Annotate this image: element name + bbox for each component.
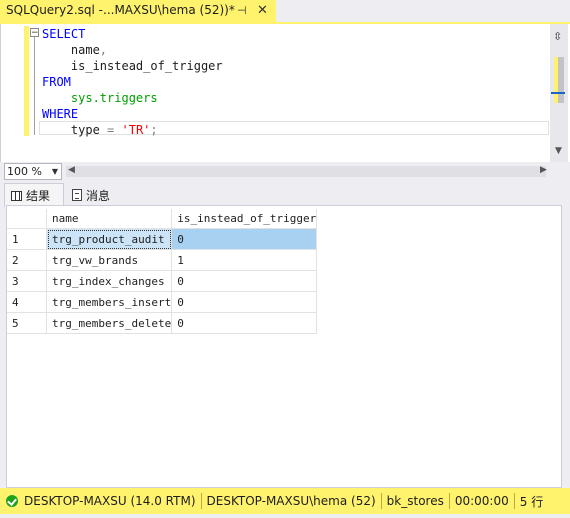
query-editor[interactable]: − SELECT name, is_instead_of_trigger FROM…: [0, 24, 570, 162]
row-number[interactable]: 2: [7, 249, 47, 271]
row-number[interactable]: 4: [7, 291, 47, 313]
tab-results-label: 结果: [26, 189, 51, 203]
status-divider: [448, 493, 450, 509]
status-user: DESKTOP-MAXSU\hema (52): [206, 494, 376, 508]
status-divider: [513, 493, 515, 509]
sql-code[interactable]: SELECT name, is_instead_of_trigger FROM s…: [42, 26, 223, 138]
scroll-left-icon[interactable]: ◀: [68, 165, 75, 175]
column-header-name[interactable]: name: [46, 209, 173, 229]
status-divider: [200, 493, 202, 509]
zoom-value: 100 %: [7, 165, 42, 178]
cell-is-instead-of-trigger[interactable]: 0: [171, 291, 318, 313]
row-number[interactable]: 3: [7, 270, 47, 292]
code-line[interactable]: FROM: [42, 74, 223, 90]
code-line[interactable]: type = 'TR';: [42, 122, 223, 138]
status-rows: 5 行: [519, 494, 544, 509]
status-elapsed: 00:00:00: [454, 494, 509, 508]
table-row[interactable]: 1 trg_product_audit 0: [7, 228, 318, 250]
pin-icon[interactable]: ⊣: [237, 4, 247, 17]
cell-name[interactable]: trg_members_insert: [46, 291, 173, 313]
scroll-down-icon[interactable]: ▼: [555, 146, 562, 156]
document-tab-bar: SQLQuery2.sql -...MAXSU\hema (52))* ⊣ ✕: [0, 0, 570, 22]
table-row[interactable]: 3 trg_index_changes 0: [7, 270, 318, 292]
grid-icon: [11, 190, 22, 201]
tab-results[interactable]: 结果: [4, 183, 64, 207]
tab-messages[interactable]: 消息: [66, 183, 122, 207]
code-line[interactable]: WHERE: [42, 106, 223, 122]
header-row: name is_instead_of_trigger: [7, 209, 318, 229]
cell-name[interactable]: trg_product_audit: [46, 228, 173, 250]
code-line[interactable]: is_instead_of_trigger: [42, 58, 223, 74]
document-tab[interactable]: SQLQuery2.sql -...MAXSU\hema (52))*: [0, 0, 276, 22]
scroll-change-marker: [554, 57, 558, 103]
code-token: sys.triggers: [42, 91, 158, 105]
row-number[interactable]: 5: [7, 312, 47, 334]
check-icon: [6, 495, 18, 507]
status-divider: [380, 493, 382, 509]
change-marker-bar: [24, 26, 29, 136]
code-token: ;: [150, 123, 158, 137]
split-icon[interactable]: ⇳: [553, 30, 562, 43]
code-token: name: [42, 43, 100, 57]
status-server: DESKTOP-MAXSU (14.0 RTM): [24, 494, 196, 508]
cell-is-instead-of-trigger[interactable]: 0: [171, 228, 318, 250]
cell-name[interactable]: trg_index_changes: [46, 270, 173, 292]
cell-name[interactable]: trg_vw_brands: [46, 249, 173, 271]
row-number[interactable]: 1: [7, 228, 47, 250]
code-token: is_instead_of_trigger: [42, 59, 223, 73]
results-tabs: 结果 消息: [0, 183, 570, 207]
zoom-select[interactable]: 100 % ▼: [4, 163, 62, 180]
code-token: type: [42, 123, 108, 137]
status-database: bk_stores: [386, 494, 444, 508]
row-number-header[interactable]: [7, 209, 47, 229]
column-header-is-instead-of-trigger[interactable]: is_instead_of_trigger: [171, 209, 318, 229]
table-row[interactable]: 5 trg_members_delete 0: [7, 312, 318, 334]
results-grid[interactable]: name is_instead_of_trigger 1 trg_product_…: [6, 205, 562, 488]
code-token: FROM: [42, 75, 71, 89]
document-tab-title: SQLQuery2.sql -...MAXSU\hema (52))*: [6, 3, 235, 17]
message-icon: [72, 189, 82, 201]
window-bottom-edge: [0, 514, 570, 518]
cell-is-instead-of-trigger[interactable]: 0: [171, 270, 318, 292]
cell-is-instead-of-trigger[interactable]: 1: [171, 249, 318, 271]
outline-line: [34, 37, 35, 135]
caret-position-marker: [551, 92, 565, 94]
tab-messages-label: 消息: [86, 188, 111, 203]
close-icon[interactable]: ✕: [257, 3, 268, 18]
code-token: 'TR': [114, 123, 151, 137]
cell-is-instead-of-trigger[interactable]: 0: [171, 312, 318, 334]
code-line[interactable]: SELECT: [42, 26, 223, 42]
zoom-bar: 100 % ▼ ◀ ▶: [0, 162, 570, 181]
collapse-icon[interactable]: −: [30, 28, 39, 38]
table-row[interactable]: 4 trg_members_insert 0: [7, 291, 318, 313]
table-row[interactable]: 2 trg_vw_brands 1: [7, 249, 318, 271]
code-line[interactable]: sys.triggers: [42, 90, 223, 106]
code-token: WHERE: [42, 107, 79, 121]
chevron-down-icon[interactable]: ▼: [52, 164, 58, 179]
scroll-right-icon[interactable]: ▶: [540, 165, 547, 175]
cell-name[interactable]: trg_members_delete: [46, 312, 173, 334]
code-line[interactable]: name,: [42, 42, 223, 58]
results-table: name is_instead_of_trigger 1 trg_product_…: [7, 209, 318, 334]
code-token: ,: [99, 43, 108, 57]
code-token: SELECT: [42, 27, 86, 41]
editor-horizontal-scrollbar[interactable]: [66, 166, 546, 177]
status-bar: DESKTOP-MAXSU (14.0 RTM) DESKTOP-MAXSU\h…: [0, 488, 570, 514]
